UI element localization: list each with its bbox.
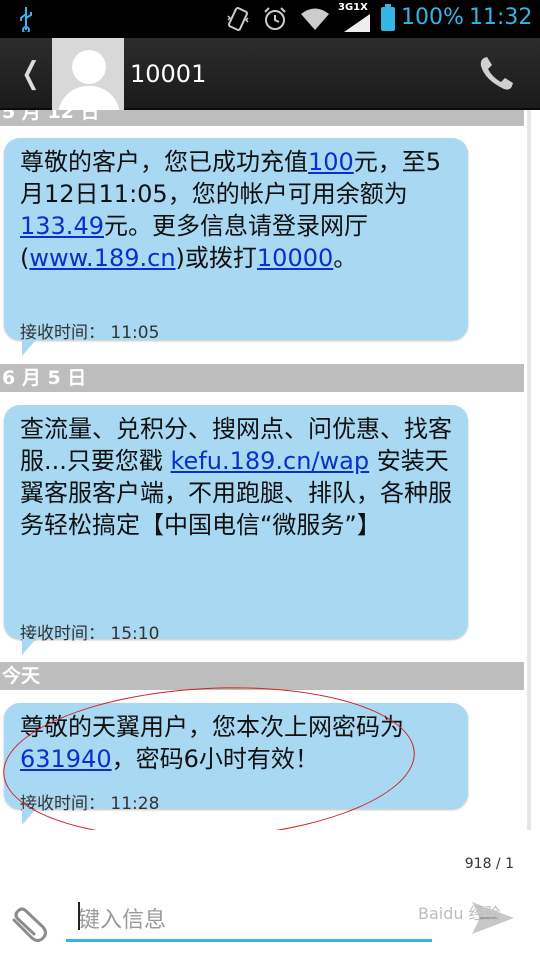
compose-area: 918 / 1 键入信息	[0, 830, 540, 960]
avatar[interactable]	[52, 38, 124, 110]
vibrate-icon	[227, 7, 249, 31]
received-time: 接收时间： 15:10	[20, 624, 160, 644]
action-bar: ❬ 10001	[0, 38, 540, 110]
scrollbar[interactable]	[527, 110, 531, 830]
battery-icon	[381, 4, 395, 31]
annotation-circle	[0, 677, 419, 830]
message-text: 查流量、兑积分、搜网点、问优惠、找客服...只要您戳 kefu.189.cn/w…	[20, 413, 460, 541]
message-link[interactable]: 10000	[257, 244, 333, 272]
avatar-body	[58, 86, 120, 110]
date-divider: 6 月 5 日	[0, 364, 524, 392]
signal-icon	[344, 14, 370, 32]
wifi-icon	[301, 8, 329, 30]
watermark: Baidu 经验	[418, 904, 501, 923]
alarm-icon	[264, 7, 286, 30]
message-segment: 。	[333, 244, 358, 272]
date-divider: 5 月 12 日	[0, 110, 524, 126]
text-cursor	[78, 902, 80, 930]
message-segment: )或拨打	[175, 244, 257, 272]
battery-percent: 100%	[401, 5, 464, 30]
phone-icon[interactable]	[476, 54, 516, 94]
message-segment: 尊敬的客户，您已成功充值	[20, 148, 308, 176]
message-link[interactable]: kefu.189.cn/wap	[171, 447, 370, 475]
message-link[interactable]: www.189.cn	[29, 244, 175, 272]
date-divider: 今天	[0, 662, 524, 690]
char-counter: 918 / 1	[464, 856, 514, 872]
contact-name: 10001	[130, 60, 207, 88]
network-type: 3G1X	[338, 2, 368, 13]
message-input[interactable]: 键入信息	[66, 896, 432, 942]
message-text: 尊敬的客户，您已成功充值100元，至5月12日11:05，您的帐户可用余额为13…	[20, 146, 460, 274]
message-link[interactable]: 100	[308, 148, 354, 176]
back-icon[interactable]: ❬	[18, 56, 43, 91]
status-time: 11:32	[469, 5, 533, 30]
avatar-head	[72, 50, 106, 84]
status-bar: 3G1X 100% 11:32	[0, 0, 540, 38]
message-bubble[interactable]: 查流量、兑积分、搜网点、问优惠、找客服...只要您戳 kefu.189.cn/w…	[4, 405, 468, 655]
message-link[interactable]: 133.49	[20, 212, 104, 240]
paperclip-icon[interactable]	[8, 906, 52, 946]
conversation-list[interactable]: 5 月 12 日 尊敬的客户，您已成功充值100元，至5月12日11:05，您的…	[0, 110, 540, 830]
message-bubble[interactable]: 尊敬的客户，您已成功充值100元，至5月12日11:05，您的帐户可用余额为13…	[4, 138, 468, 356]
received-time: 接收时间： 11:05	[20, 323, 160, 343]
usb-icon	[20, 7, 32, 32]
